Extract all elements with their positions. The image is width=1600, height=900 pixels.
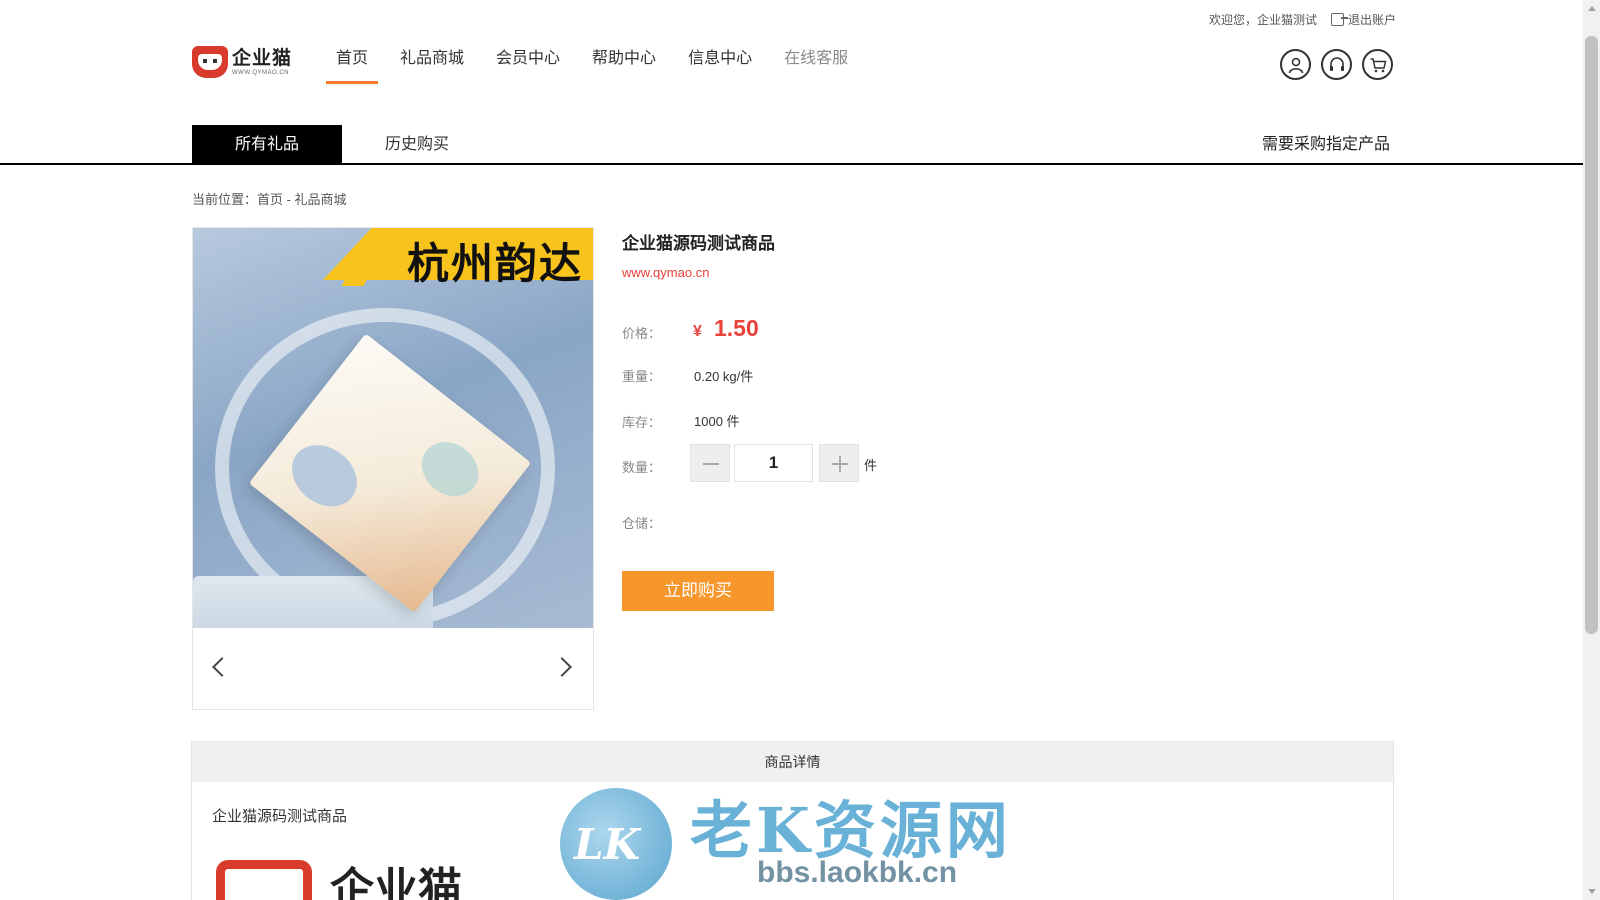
- tab-all-gifts[interactable]: 所有礼品: [192, 125, 342, 165]
- cat-logo-icon: [192, 46, 228, 78]
- quantity-label: 数量：: [622, 460, 662, 475]
- quantity-decrement-button[interactable]: [690, 444, 730, 482]
- nav-item-help-center[interactable]: 帮助中心: [582, 46, 666, 84]
- scroll-thumb[interactable]: [1585, 36, 1598, 634]
- weight-value: 0.20 kg/件: [694, 369, 754, 384]
- detail-logo-image: 企业猫: [216, 860, 462, 900]
- category-tab-bar: 所有礼品 历史购买 需要采购指定产品: [0, 125, 1583, 165]
- quantity-increment-button[interactable]: [819, 444, 859, 482]
- cart-icon[interactable]: [1362, 49, 1393, 80]
- image-banner-text: 杭州韵达: [406, 239, 583, 288]
- product-detail-section: 商品详情 企业猫源码测试商品 企业猫: [191, 741, 1394, 900]
- logout-icon: [1330, 13, 1348, 26]
- logout-label: 退出账户: [1347, 13, 1396, 27]
- logo-name: 企业猫: [232, 48, 293, 69]
- main-nav: 首页 礼品商城 会员中心 帮助中心 信息中心 在线客服: [326, 46, 870, 84]
- tab-history-purchases[interactable]: 历史购买: [342, 125, 492, 165]
- product-site-link[interactable]: www.qymao.cn: [622, 265, 709, 280]
- product-title: 企业猫源码测试商品: [622, 234, 775, 253]
- detail-cat-logo-icon: [216, 860, 312, 900]
- logo-url: WWW.QYMAO.CN: [232, 70, 289, 76]
- weight-label: 重量：: [622, 369, 662, 384]
- quantity-input[interactable]: [734, 444, 813, 482]
- price-label: 价格：: [622, 326, 662, 341]
- nav-item-member-center[interactable]: 会员中心: [486, 46, 570, 84]
- vertical-scrollbar[interactable]: [1583, 0, 1600, 900]
- nav-item-home[interactable]: 首页: [326, 46, 379, 84]
- gallery-prev-arrow-icon[interactable]: [212, 657, 232, 677]
- warehouse-label: 仓储：: [622, 516, 662, 531]
- scroll-up-arrow-icon[interactable]: [1588, 6, 1596, 11]
- gallery-next-arrow-icon[interactable]: [552, 657, 572, 677]
- request-product-link[interactable]: 需要采购指定产品: [1262, 125, 1390, 165]
- headset-icon[interactable]: [1321, 49, 1352, 80]
- nav-item-gift-mall[interactable]: 礼品商城: [390, 46, 474, 84]
- welcome-text[interactable]: 欢迎您，企业猫测试: [1209, 11, 1317, 28]
- quantity-unit: 件: [864, 458, 878, 473]
- detail-header[interactable]: 商品详情: [192, 742, 1393, 782]
- user-icon[interactable]: [1280, 49, 1311, 80]
- breadcrumb[interactable]: 当前位置：首页 - 礼品商城: [192, 189, 347, 208]
- product-image[interactable]: 杭州韵达: [193, 228, 593, 628]
- price-currency: ¥: [693, 323, 702, 340]
- packet-pattern: [411, 431, 490, 508]
- detail-logo-text: 企业猫: [330, 865, 462, 900]
- logout-link[interactable]: 退出账户: [1330, 11, 1396, 28]
- nav-item-online-service[interactable]: 在线客服: [774, 46, 858, 84]
- top-user-bar: 欢迎您，企业猫测试 退出账户: [1209, 11, 1396, 28]
- site-logo[interactable]: 企业猫 WWW.QYMAO.CN: [192, 46, 292, 78]
- detail-product-name: 企业猫源码测试商品: [212, 808, 348, 825]
- stock-value: 1000 件: [694, 414, 740, 429]
- scroll-down-arrow-icon[interactable]: [1588, 889, 1596, 894]
- header-icon-group: [1280, 49, 1393, 80]
- stock-label: 库存：: [622, 415, 662, 430]
- buy-now-button[interactable]: 立即购买: [622, 571, 774, 611]
- product-gallery: 杭州韵达: [192, 227, 594, 710]
- nav-item-info-center[interactable]: 信息中心: [678, 46, 762, 84]
- packet-pattern: [279, 432, 369, 519]
- price-value: 1.50: [714, 315, 759, 341]
